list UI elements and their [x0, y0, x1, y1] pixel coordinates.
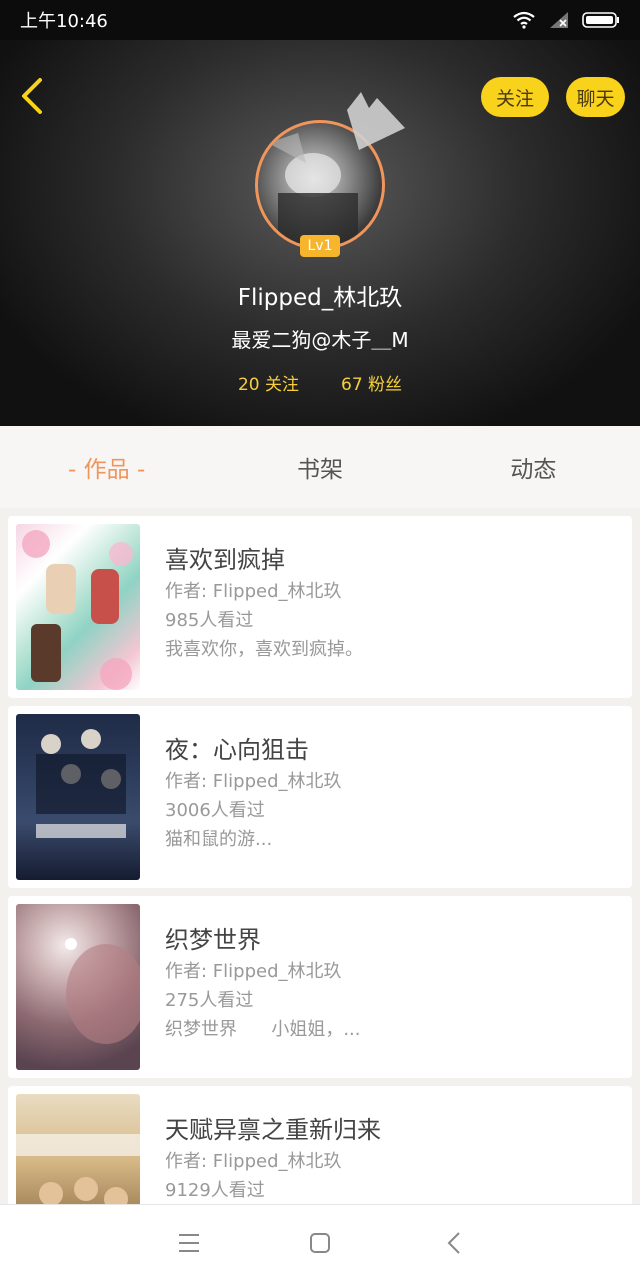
book-cover — [16, 524, 140, 690]
chat-button[interactable]: 聊天 — [566, 77, 625, 117]
following-count[interactable]: 20 关注 — [238, 370, 299, 395]
book-views: 3006人看过 — [165, 800, 265, 821]
tab-bookshelf[interactable]: 书架 — [213, 450, 426, 484]
book-author: 作者: Flipped_林北玖 — [165, 1151, 342, 1172]
book-description: 我喜欢你，喜欢到疯掉。 — [165, 639, 363, 660]
system-nav-bar — [0, 1204, 640, 1280]
menu-button[interactable] — [175, 1229, 203, 1257]
tab-works[interactable]: - 作品 - — [0, 450, 213, 484]
book-description: 织梦世界 小姐姐，... — [165, 1019, 361, 1040]
nav-back-icon — [447, 1232, 460, 1254]
home-icon — [310, 1233, 330, 1253]
user-signature: 最爱二狗@木子＿M — [231, 328, 409, 352]
book-views: 9129人看过 — [165, 1180, 265, 1201]
book-cover — [16, 1094, 140, 1204]
book-author: 作者: Flipped_林北玖 — [165, 581, 342, 602]
tab-activity[interactable]: 动态 — [427, 450, 640, 484]
back-button[interactable] — [14, 74, 54, 118]
status-bar: 上午10:46 — [0, 0, 640, 40]
book-card[interactable]: 喜欢到疯掉 作者: Flipped_林北玖 985人看过 我喜欢你，喜欢到疯掉。 — [8, 516, 632, 698]
battery-icon — [582, 12, 619, 28]
status-icons — [512, 10, 620, 30]
crown-icon — [347, 92, 405, 150]
fans-count[interactable]: 67 粉丝 — [341, 370, 402, 395]
avatar-container[interactable]: Lv1 — [255, 92, 405, 257]
book-card[interactable]: 天赋异禀之重新归来 作者: Flipped_林北玖 9129人看过 — [8, 1086, 632, 1204]
user-stats: 20 关注 67 粉丝 — [0, 370, 640, 395]
home-button[interactable] — [306, 1229, 334, 1257]
book-title: 织梦世界 — [165, 926, 261, 954]
level-badge: Lv1 — [300, 235, 340, 257]
nav-back-button[interactable] — [441, 1229, 469, 1257]
book-cover — [16, 714, 140, 880]
book-views: 985人看过 — [165, 610, 254, 631]
book-description: 猫和鼠的游... — [165, 829, 273, 850]
profile-header: 关注 聊天 Lv1 Flipped_林北玖 最爱二狗@木子＿M 20 关注 67… — [0, 40, 640, 426]
book-views: 275人看过 — [165, 990, 254, 1011]
wifi-icon — [513, 11, 535, 29]
works-list: 喜欢到疯掉 作者: Flipped_林北玖 985人看过 我喜欢你，喜欢到疯掉。… — [0, 508, 640, 1204]
status-time: 上午10:46 — [20, 11, 108, 32]
menu-icon — [179, 1234, 199, 1252]
signal-icon — [550, 12, 568, 28]
follow-button[interactable]: 关注 — [481, 77, 549, 117]
book-cover — [16, 904, 140, 1070]
book-title: 夜：心向狙击 — [165, 736, 309, 764]
book-author: 作者: Flipped_林北玖 — [165, 961, 342, 982]
book-author: 作者: Flipped_林北玖 — [165, 771, 342, 792]
book-title: 喜欢到疯掉 — [165, 546, 285, 574]
back-arrow-icon — [22, 78, 42, 114]
username: Flipped_林北玖 — [237, 285, 403, 311]
book-title: 天赋异禀之重新归来 — [165, 1116, 381, 1144]
profile-tabs: - 作品 - 书架 动态 — [0, 426, 640, 508]
book-card[interactable]: 夜：心向狙击 作者: Flipped_林北玖 3006人看过 猫和鼠的游... — [8, 706, 632, 888]
book-card[interactable]: 织梦世界 作者: Flipped_林北玖 275人看过 织梦世界 小姐姐，... — [8, 896, 632, 1078]
